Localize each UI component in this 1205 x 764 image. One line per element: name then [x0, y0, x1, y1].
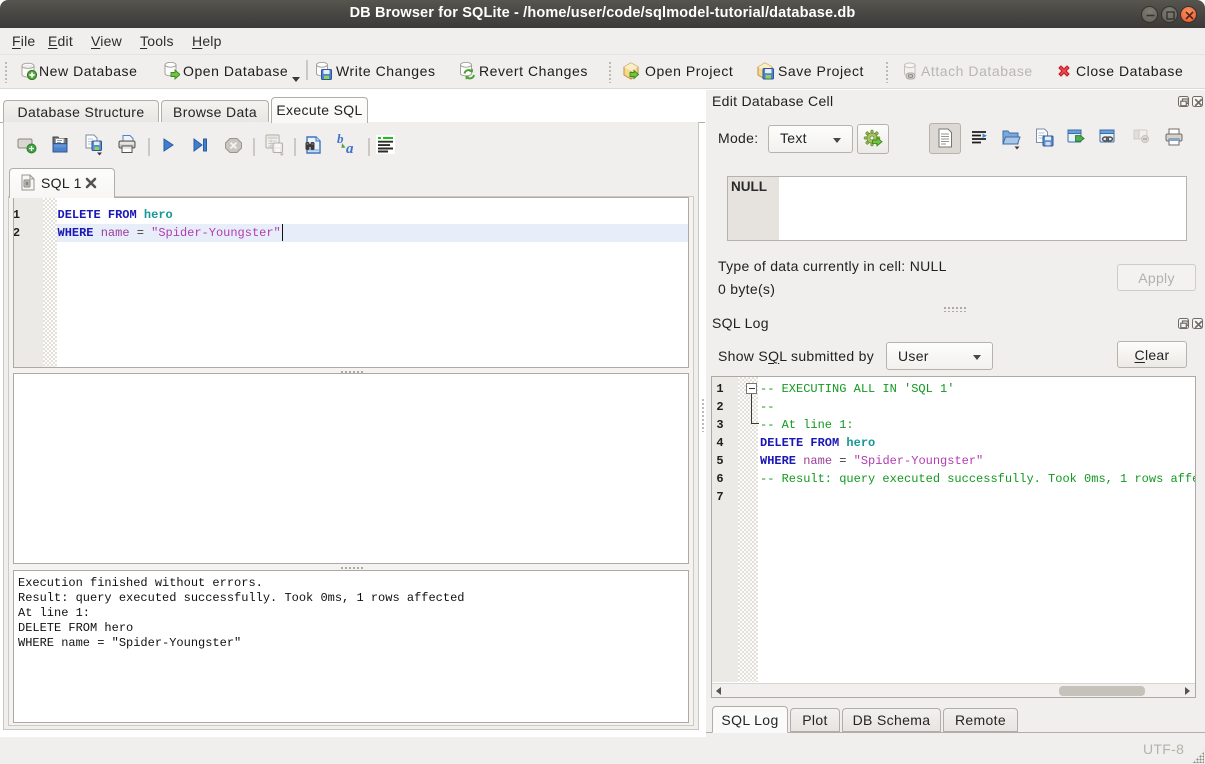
- svg-text:a: a: [346, 141, 354, 155]
- svg-text:b: b: [337, 133, 344, 146]
